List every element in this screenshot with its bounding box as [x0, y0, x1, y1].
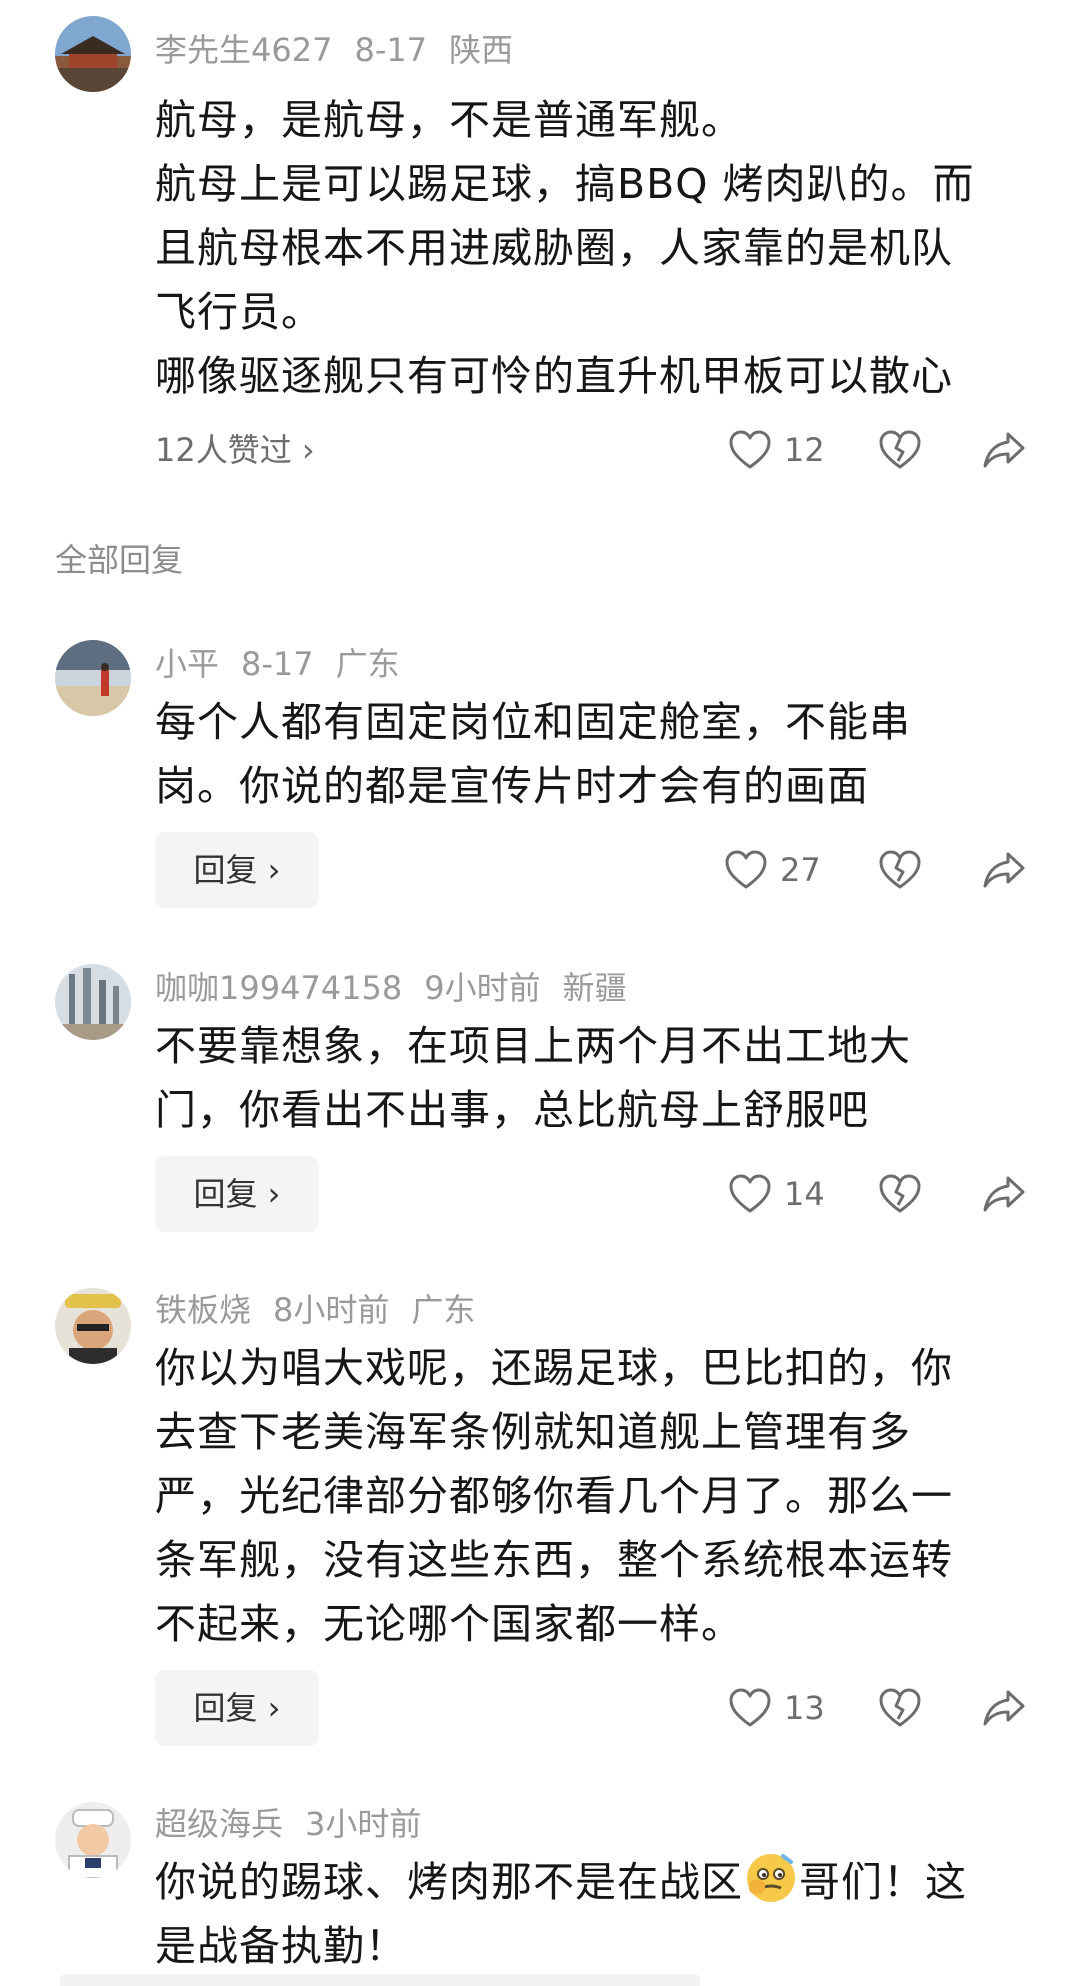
broken-heart-icon	[878, 1174, 922, 1214]
comment-line: 航母上是可以踢足球，搞BBQ 烤肉趴的。而	[155, 160, 975, 208]
comment-meta: 李先生4627 8-17 陕西	[155, 30, 535, 70]
username[interactable]: 铁板烧	[155, 1291, 251, 1329]
avatar[interactable]	[55, 1288, 131, 1364]
heart-outline-icon	[728, 430, 772, 470]
liked-by-link[interactable]: 12人赞过 ›	[155, 430, 315, 470]
comment-line: 飞行员。	[155, 288, 323, 336]
username[interactable]: 超级海兵	[155, 1805, 283, 1843]
heart-outline-icon	[728, 1688, 772, 1728]
dislike-button[interactable]	[878, 422, 922, 478]
broken-heart-icon	[878, 850, 922, 890]
comment-location: 新疆	[562, 969, 627, 1007]
comment-line: 是战备执勤！	[155, 1922, 407, 1970]
like-count: 27	[780, 851, 821, 889]
comment-meta: 小平 8-17 广东	[155, 644, 422, 684]
comment-line: 门，你看出不出事，总比航母上舒服吧	[155, 1086, 869, 1134]
comment-location: 广东	[411, 1291, 476, 1329]
username[interactable]: 小平	[155, 645, 219, 683]
share-arrow-icon	[982, 1688, 1026, 1728]
avatar[interactable]	[55, 16, 131, 92]
share-arrow-icon	[982, 430, 1026, 470]
share-button[interactable]	[982, 842, 1026, 898]
like-button[interactable]: 14	[728, 1166, 825, 1222]
broken-heart-icon	[878, 430, 922, 470]
comment-line: 不要靠想象，在项目上两个月不出工地大	[155, 1022, 911, 1070]
comment-line: 且航母根本不用进威胁圈，人家靠的是机队	[155, 224, 953, 272]
like-count: 13	[784, 1689, 825, 1727]
username[interactable]: 李先生4627	[155, 31, 332, 69]
like-count: 12	[784, 431, 825, 469]
share-arrow-icon	[982, 1174, 1026, 1214]
comment-location: 广东	[335, 645, 400, 683]
comment-line: 每个人都有固定岗位和固定舱室，不能串	[155, 698, 911, 746]
comment-actions: 27	[720, 842, 1040, 898]
comment-date: 8-17	[354, 31, 428, 69]
comment-date: 8-17	[241, 645, 314, 683]
comment-text: 每个人都有固定岗位和固定舱室，不能串 岗。你说的都是宣传片时才会有的画面	[155, 690, 1025, 818]
reply-button[interactable]: 回复 ›	[155, 1670, 319, 1746]
reply-button[interactable]: 回复 ›	[155, 1156, 319, 1232]
share-arrow-icon	[982, 850, 1026, 890]
comment-date: 3小时前	[305, 1805, 422, 1843]
reply-button[interactable]: 回复 ›	[155, 832, 319, 908]
comment-line: 严，光纪律部分都够你看几个月了。那么一	[155, 1472, 953, 1520]
comment-actions: 13	[720, 1680, 1040, 1736]
comment-actions: 14	[720, 1166, 1040, 1222]
dislike-button[interactable]	[878, 1680, 922, 1736]
comment-line-part: 哥们！这	[799, 1858, 967, 1906]
comment-line: 哪像驱逐舰只有可怜的直升机甲板可以散心	[155, 352, 953, 400]
comment-meta: 铁板烧 8小时前 广东	[155, 1290, 497, 1330]
comment-line: 条军舰，没有这些东西，整个系统根本运转	[155, 1536, 953, 1584]
heart-outline-icon	[728, 1174, 772, 1214]
comment-text: 航母，是航母，不是普通军舰。 航母上是可以踢足球，搞BBQ 烤肉趴的。而 且航母…	[155, 88, 1025, 408]
section-title: 全部回复	[55, 541, 184, 579]
share-button[interactable]	[982, 1166, 1026, 1222]
username[interactable]: 咖咖199474158	[155, 969, 402, 1007]
dislike-button[interactable]	[878, 842, 922, 898]
comment-line: 岗。你说的都是宣传片时才会有的画面	[155, 762, 869, 810]
avatar[interactable]	[55, 964, 131, 1040]
comment-line: 航母，是航母，不是普通军舰。	[155, 96, 743, 144]
heart-outline-icon	[724, 850, 768, 890]
comment-actions: 12	[720, 422, 1040, 478]
bottom-input-bar[interactable]	[60, 1974, 700, 1986]
share-button[interactable]	[982, 422, 1026, 478]
like-button[interactable]: 27	[724, 842, 821, 898]
avatar[interactable]	[55, 640, 131, 716]
broken-heart-icon	[878, 1688, 922, 1728]
comment-line: 你说的踢球、烤肉那不是在战区 哥们！这	[155, 1850, 1025, 1914]
comment-date: 8小时前	[273, 1291, 390, 1329]
avatar[interactable]	[55, 1802, 131, 1878]
like-count: 14	[784, 1175, 825, 1213]
comment-line-part: 你说的踢球、烤肉那不是在战区	[155, 1858, 743, 1906]
like-button[interactable]: 13	[728, 1680, 825, 1736]
comment-line: 去查下老美海军条例就知道舰上管理有多	[155, 1408, 911, 1456]
like-button[interactable]: 12	[728, 422, 825, 478]
comment-line: 不起来，无论哪个国家都一样。	[155, 1600, 743, 1648]
comment-text: 不要靠想象，在项目上两个月不出工地大 门，你看出不出事，总比航母上舒服吧	[155, 1014, 1025, 1142]
share-button[interactable]	[982, 1680, 1026, 1736]
comment-date: 9小时前	[424, 969, 541, 1007]
comment-text: 你以为唱大戏呢，还踢足球，巴比扣的，你 去查下老美海军条例就知道舰上管理有多 严…	[155, 1336, 1025, 1656]
comment-meta: 超级海兵 3小时前	[155, 1804, 443, 1844]
comment-meta: 咖咖199474158 9小时前 新疆	[155, 968, 649, 1008]
dislike-button[interactable]	[878, 1166, 922, 1222]
comment-line: 你以为唱大戏呢，还踢足球，巴比扣的，你	[155, 1344, 953, 1392]
comment-text: 你说的踢球、烤肉那不是在战区 哥们！这 是战备执勤！	[155, 1850, 1025, 1978]
thinking-face-emoji	[743, 1850, 799, 1906]
comment-location: 陕西	[449, 31, 514, 69]
